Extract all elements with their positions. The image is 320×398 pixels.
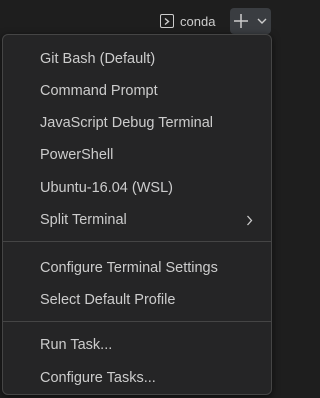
terminal-icon [160, 14, 174, 28]
plus-icon[interactable] [230, 8, 252, 34]
terminal-name: conda [180, 13, 216, 29]
terminal-tab[interactable]: conda [160, 11, 215, 31]
terminal-toolbar: conda [0, 0, 277, 36]
menu-item-label: Split Terminal [40, 212, 127, 228]
menu-item-label: JavaScript Debug Terminal [40, 115, 214, 131]
menu-item-configure-terminal-settings[interactable]: Configure Terminal Settings [3, 254, 271, 282]
menu-item-configure-tasks[interactable]: Configure Tasks... [3, 364, 271, 392]
menu-item-label: Run Task... [40, 337, 113, 353]
menu-item-ubuntu-wsl[interactable]: Ubuntu-16.04 (WSL) [3, 174, 271, 202]
menu-item-label: Configure Terminal Settings [40, 260, 218, 276]
menu-item-run-task[interactable]: Run Task... [3, 331, 271, 359]
chevron-down-icon[interactable] [252, 8, 271, 34]
new-terminal-split-button[interactable] [230, 8, 271, 34]
menu-item-label: Git Bash (Default) [40, 51, 156, 67]
menu-item-label: Command Prompt [40, 83, 158, 99]
menu-item-command-prompt[interactable]: Command Prompt [3, 77, 271, 105]
menu-separator [3, 241, 271, 242]
menu-separator [3, 321, 271, 322]
menu-item-label: PowerShell [40, 147, 114, 163]
terminal-profile-menu: Git Bash (Default) Command Prompt JavaSc… [2, 34, 272, 395]
menu-item-javascript-debug-terminal[interactable]: JavaScript Debug Terminal [3, 109, 271, 137]
menu-item-label: Configure Tasks... [40, 370, 156, 386]
menu-item-label: Ubuntu-16.04 (WSL) [40, 180, 173, 196]
menu-item-split-terminal[interactable]: Split Terminal [3, 206, 271, 234]
menu-item-label: Select Default Profile [40, 292, 176, 308]
menu-item-select-default-profile[interactable]: Select Default Profile [3, 286, 271, 314]
menu-item-git-bash[interactable]: Git Bash (Default) [3, 45, 271, 73]
menu-item-powershell[interactable]: PowerShell [3, 141, 271, 169]
chevron-right-icon [246, 214, 253, 230]
